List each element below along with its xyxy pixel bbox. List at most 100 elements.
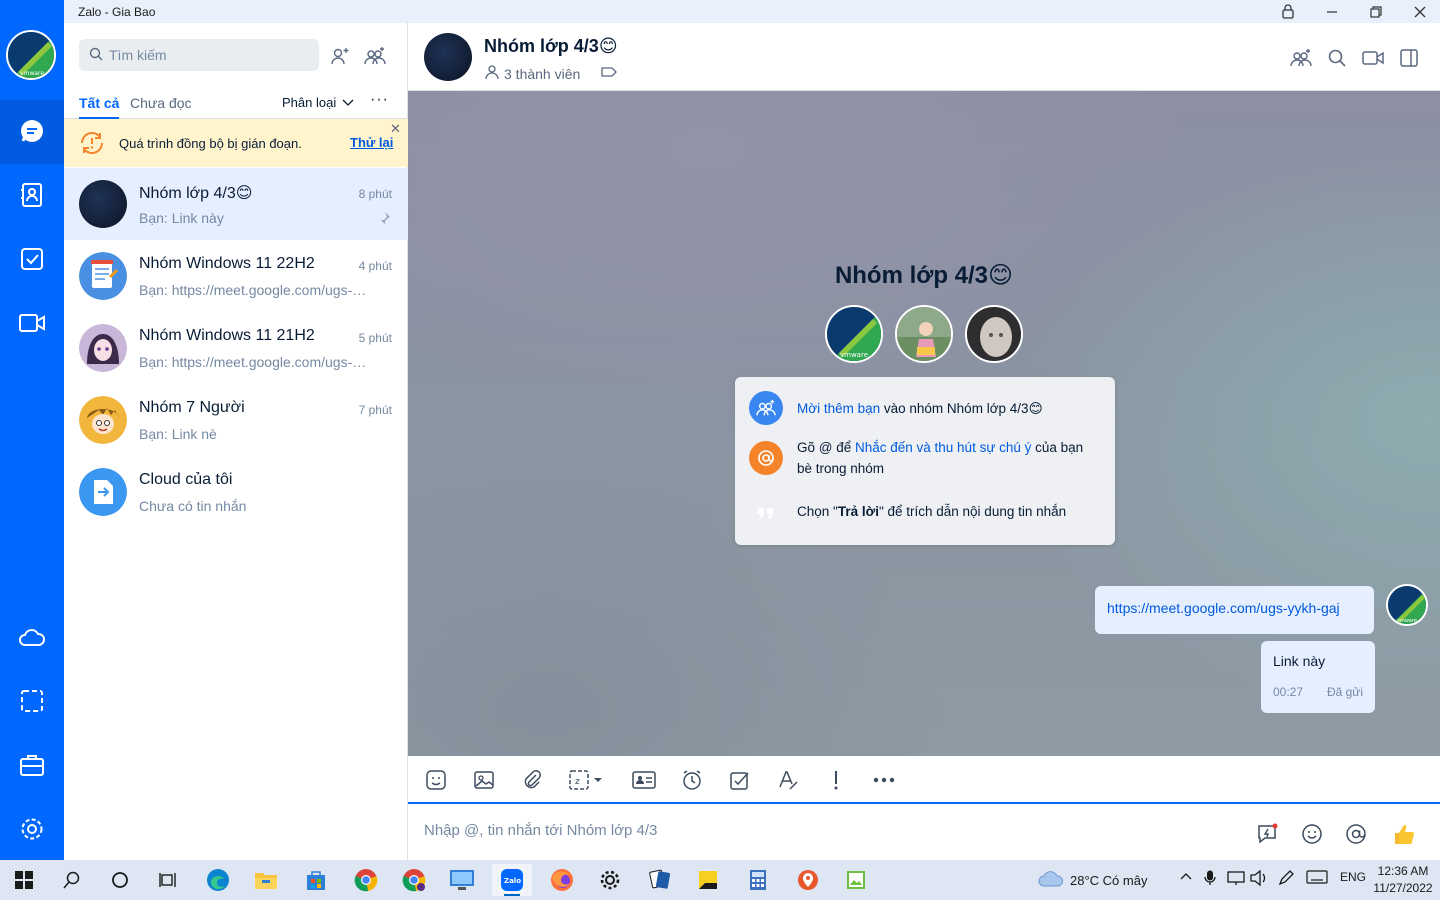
microsoft-store-icon[interactable] — [296, 864, 336, 896]
search-input[interactable] — [109, 47, 299, 63]
weather-widget[interactable]: 28°C Có mây — [1038, 870, 1147, 891]
task-icon[interactable] — [726, 767, 754, 793]
maps-icon[interactable] — [788, 864, 828, 896]
message-link-bubble[interactable]: https://meet.google.com/ugs-yykh-gaj — [1095, 586, 1374, 634]
lock-icon[interactable] — [1270, 0, 1306, 23]
tab-unread[interactable]: Chưa đọc — [130, 95, 192, 111]
image-viewer-icon[interactable] — [836, 864, 876, 896]
text-format-icon[interactable] — [774, 767, 802, 793]
sync-warning-text: Quá trình đồng bộ bị gián đoạn. — [119, 136, 302, 151]
task-view-icon[interactable] — [148, 864, 188, 896]
mention-icon[interactable] — [1342, 820, 1370, 848]
close-banner-icon[interactable]: ✕ — [390, 121, 401, 137]
member-count[interactable]: 3 thành viên — [484, 64, 580, 83]
sticker-icon[interactable] — [422, 767, 450, 793]
conversation-item[interactable]: Cloud của tôi Chưa có tin nhắn — [64, 456, 408, 528]
message-text-bubble[interactable]: Link này 00:27 Đã gửi — [1261, 641, 1375, 713]
close-button[interactable] — [1402, 0, 1438, 23]
system-clock[interactable]: 12:36 AM 11/27/2022 — [1368, 863, 1438, 897]
conversation-item[interactable]: Nhóm Windows 11 21H2 5 phút Bạn: https:/… — [64, 312, 408, 384]
conversation-preview: Bạn: https://meet.google.com/ugs-yykh-ga… — [139, 354, 369, 370]
conversation-item[interactable]: Nhóm Windows 11 22H2 4 phút Bạn: https:/… — [64, 240, 408, 312]
nav-tools[interactable] — [0, 734, 64, 798]
contact-card-icon[interactable] — [630, 767, 658, 793]
remote-desktop-icon[interactable] — [442, 864, 482, 896]
keyboard-icon[interactable] — [1306, 870, 1328, 887]
settings-gear-icon[interactable] — [590, 864, 630, 896]
member-avatar[interactable] — [965, 305, 1023, 363]
edge-icon[interactable] — [198, 864, 238, 896]
pin-icon[interactable] — [377, 211, 391, 228]
conversation-item[interactable]: Nhóm 7 Người 7 phút Bạn: Link nè — [64, 384, 408, 456]
window-title: Zalo - Gia Bao — [78, 5, 156, 19]
nav-video[interactable] — [0, 292, 64, 356]
chrome-icon[interactable] — [346, 864, 386, 896]
thumbs-up-icon[interactable] — [1390, 820, 1418, 848]
message-input[interactable] — [424, 822, 1244, 839]
restore-button[interactable] — [1358, 0, 1394, 23]
nav-contacts[interactable] — [0, 164, 64, 228]
group-avatar[interactable] — [424, 33, 472, 81]
nav-messages[interactable] — [0, 100, 64, 164]
member-avatar[interactable]: vmware — [825, 305, 883, 363]
cloud-icon — [1038, 870, 1064, 891]
sender-avatar[interactable]: vmware — [1386, 584, 1428, 626]
attachment-icon[interactable] — [518, 767, 546, 793]
sticky-notes-icon[interactable] — [688, 864, 728, 896]
add-people-icon — [749, 391, 783, 425]
microphone-icon[interactable] — [1204, 870, 1216, 889]
tip-invite: Mời thêm bạn vào nhóm Nhóm lớp 4/3😊 — [749, 391, 1097, 425]
pen-icon[interactable] — [1277, 870, 1295, 889]
tag-icon[interactable] — [600, 65, 618, 82]
conversation-time: 7 phút — [358, 403, 392, 417]
file-explorer-icon[interactable] — [246, 864, 286, 896]
classify-dropdown[interactable]: Phân loại — [282, 95, 354, 110]
calculator-icon[interactable] — [738, 864, 778, 896]
nav-todo[interactable] — [0, 228, 64, 292]
left-nav: vmware — [0, 0, 64, 860]
sidebar-toggle-icon[interactable] — [1396, 45, 1422, 71]
search-box[interactable] — [79, 39, 319, 71]
more-icon[interactable] — [870, 767, 898, 793]
add-friend-icon[interactable] — [327, 43, 353, 69]
member-avatar[interactable] — [895, 305, 953, 363]
add-member-icon[interactable] — [1288, 45, 1314, 71]
minimize-button[interactable] — [1314, 0, 1350, 23]
network-icon[interactable] — [1227, 870, 1245, 889]
tray-chevron-up-icon[interactable] — [1180, 870, 1192, 885]
nav-settings[interactable] — [0, 798, 64, 862]
video-call-icon[interactable] — [1360, 45, 1386, 71]
urgent-icon[interactable] — [822, 767, 850, 793]
contact-book-icon — [19, 182, 45, 211]
svg-text:vmware: vmware — [20, 70, 44, 77]
retry-link[interactable]: Thử lại — [350, 135, 393, 150]
firefox-icon[interactable] — [542, 864, 582, 896]
search-icon[interactable] — [52, 864, 92, 896]
conversation-preview: Bạn: https://meet.google.com/ugs-yykh-ga… — [139, 282, 369, 298]
more-options-button[interactable]: ··· — [370, 91, 389, 109]
image-icon[interactable] — [470, 767, 498, 793]
solitaire-icon[interactable] — [640, 864, 680, 896]
create-group-icon[interactable] — [362, 43, 388, 69]
screenshot-dropdown-icon[interactable]: z — [566, 767, 610, 793]
search-icon[interactable] — [1324, 45, 1350, 71]
nav-screenshot[interactable] — [0, 670, 64, 734]
conversation-item[interactable]: Nhóm lớp 4/3😊 8 phút Bạn: Link này — [64, 168, 408, 240]
invite-friends-link[interactable]: Mời thêm bạn — [797, 401, 880, 416]
svg-text:vmware: vmware — [840, 351, 868, 359]
conversation-time: 5 phút — [358, 331, 392, 345]
quick-message-icon[interactable] — [1254, 820, 1282, 848]
user-avatar[interactable]: vmware — [6, 30, 56, 80]
cortana-icon[interactable] — [100, 864, 140, 896]
chrome-profile-icon[interactable] — [394, 864, 434, 896]
emoji-icon[interactable] — [1298, 820, 1326, 848]
zalo-taskbar-icon[interactable]: Zalo — [492, 864, 532, 896]
mention-link[interactable]: Nhắc đến và thu hút sự chú ý — [855, 440, 1031, 455]
tab-all[interactable]: Tất cả — [79, 95, 120, 119]
screen-capture-icon — [19, 688, 45, 717]
volume-icon[interactable] — [1250, 869, 1268, 889]
nav-cloud[interactable] — [0, 606, 64, 670]
language-indicator[interactable]: ENG — [1340, 870, 1366, 884]
reminder-clock-icon[interactable] — [678, 767, 706, 793]
windows-start-icon[interactable] — [4, 864, 44, 896]
